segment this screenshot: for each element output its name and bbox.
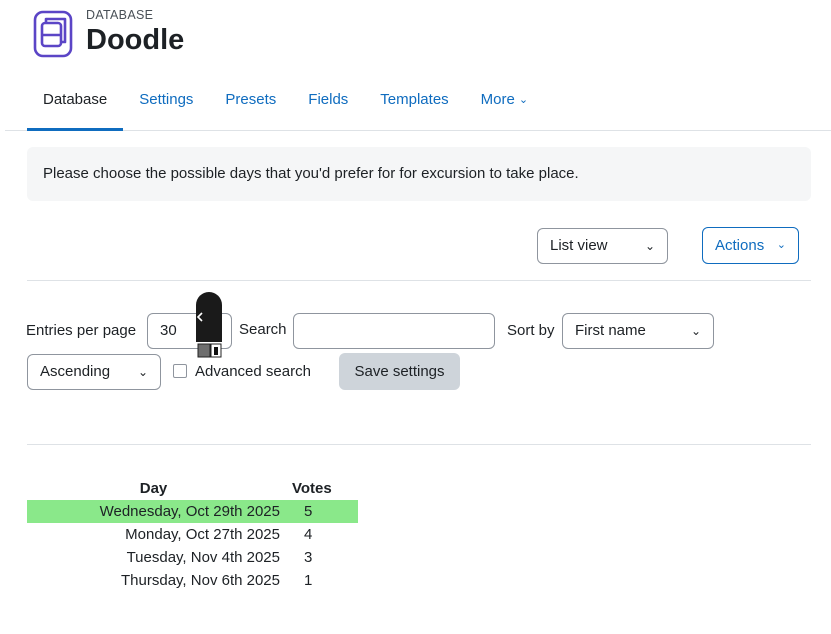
row-day: Tuesday, Nov 4th 2025 <box>126 549 280 566</box>
row-day: Thursday, Nov 6th 2025 <box>121 572 280 589</box>
row-votes: 4 <box>304 526 313 543</box>
table-row: Monday, Oct 27th 2025 4 <box>27 523 358 546</box>
sort-by-select[interactable]: First name ⌄ <box>562 313 714 349</box>
tab-presets[interactable]: Presets <box>209 82 292 130</box>
tab-templates[interactable]: Templates <box>364 82 464 130</box>
actions-button[interactable]: Actions ⌄ <box>702 227 799 264</box>
page-title: Doodle <box>86 24 185 56</box>
tab-templates-label: Templates <box>380 91 449 108</box>
table-header-row: Day Votes <box>27 478 358 500</box>
database-intro: Please choose the possible days that you… <box>27 147 811 201</box>
chevron-down-icon: ⌄ <box>690 324 701 338</box>
votes-table: Day Votes Wednesday, Oct 29th 2025 5 Mon… <box>27 478 358 592</box>
row-votes: 5 <box>292 500 358 523</box>
tab-more-label: More <box>480 91 515 108</box>
sort-order-select[interactable]: Ascending ⌄ <box>27 354 161 390</box>
view-select-value: List view <box>550 237 608 254</box>
database-icon <box>33 10 73 58</box>
sort-order-value: Ascending <box>40 363 111 380</box>
view-select[interactable]: List view ⌄ <box>537 228 668 264</box>
search-label: Search <box>239 321 287 338</box>
row-day: Monday, Oct 27th 2025 <box>125 526 280 543</box>
secondary-navigation: Database Settings Presets Fields Templat… <box>5 82 831 131</box>
advanced-search-label[interactable]: Advanced search <box>195 362 311 382</box>
row-votes: 3 <box>304 549 313 566</box>
tab-fields-label: Fields <box>308 91 349 108</box>
tab-database-label: Database <box>43 91 108 108</box>
tab-presets-label: Presets <box>225 91 277 108</box>
chevron-down-icon: ⌄ <box>776 239 786 251</box>
row-votes: 1 <box>304 572 313 589</box>
sort-by-label: Sort by <box>507 322 555 339</box>
table-row: Thursday, Nov 6th 2025 1 <box>27 569 358 592</box>
tab-database[interactable]: Database <box>27 82 124 131</box>
divider <box>27 444 811 445</box>
table-row: Wednesday, Oct 29th 2025 5 <box>27 500 358 523</box>
advanced-search-checkbox[interactable] <box>173 364 187 378</box>
actions-label: Actions <box>715 237 765 254</box>
drag-handle-icon[interactable] <box>195 292 223 358</box>
chevron-down-icon: ⌄ <box>137 365 148 379</box>
search-input[interactable] <box>293 313 495 349</box>
entries-per-page-value: 30 <box>160 322 177 339</box>
entries-per-page-label: Entries per page <box>26 322 137 339</box>
column-header-day: Day <box>139 480 168 497</box>
tab-settings[interactable]: Settings <box>123 82 209 130</box>
row-day: Wednesday, Oct 29th 2025 <box>27 500 292 523</box>
chevron-down-icon: ⌄ <box>518 94 529 106</box>
column-header-votes: Votes <box>292 480 332 497</box>
module-type-label: DATABASE <box>86 8 154 22</box>
table-row: Tuesday, Nov 4th 2025 3 <box>27 546 358 569</box>
divider <box>27 280 811 281</box>
save-settings-button[interactable]: Save settings <box>339 353 460 390</box>
tab-fields[interactable]: Fields <box>292 82 364 130</box>
page-header: DATABASE Doodle <box>32 8 184 58</box>
sort-by-value: First name <box>575 322 646 339</box>
tab-more[interactable]: More ⌄ <box>465 82 544 130</box>
tab-settings-label: Settings <box>139 91 194 108</box>
chevron-down-icon: ⌄ <box>644 239 655 253</box>
